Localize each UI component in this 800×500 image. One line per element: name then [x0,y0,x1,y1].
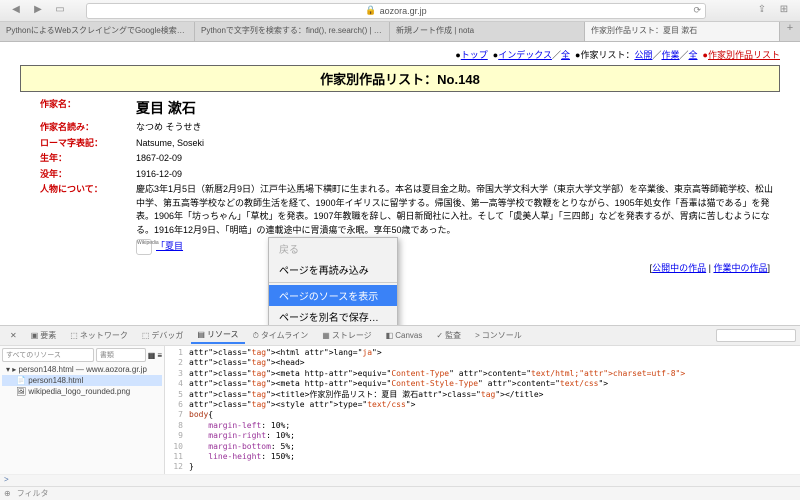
nav-all2[interactable]: 全 [689,50,698,60]
filter-icon[interactable]: ⊕ [4,489,11,498]
author-death: 1916-12-09 [136,168,780,182]
share-button[interactable]: ⇪ [754,4,770,18]
devtab-debugger[interactable]: ⬚ デバッガ [136,328,190,343]
list-icon[interactable]: ≡ [157,351,162,360]
tree-file-png[interactable]: 🖼 wikipedia_logo_rounded.png [2,386,162,397]
devtab-storage[interactable]: ▦ ストレージ [316,328,377,343]
author-info: 作家名： 夏目 漱石 作家名読み： なつめ そうせき ローマ字表記： Natsu… [40,98,780,255]
author-bio: 慶応3年1月5日（新暦2月9日）江戸牛込馬場下横町に生まれる。本名は夏目金之助。… [136,183,780,255]
tab-1[interactable]: Pythonで文字列を検索する：find(), re.search() | UX… [195,22,390,41]
tab-3[interactable]: 作家別作品リスト：夏目 漱石 [585,22,780,41]
birth-label: 生年： [40,152,130,166]
nav-index[interactable]: インデックス [498,50,552,60]
sidebar-button[interactable]: ▭ [52,4,68,18]
source-viewer[interactable]: 1attr">class="tag"><html attr">lang="ja"… [165,346,800,474]
footer-filter-label: フィルタ [17,488,49,499]
ctx-reload[interactable]: ページを再読み込み [269,259,397,280]
devtab-elements[interactable]: ▣ 要素 [25,328,63,343]
back-button[interactable]: ◀ [8,4,24,18]
devtools-tabs: ✕ ▣ 要素 ⬚ ネットワーク ⬚ デバッガ ▤ リソース ⏱ タイムライン ▦… [0,326,800,346]
page-content: ●トップ ●インデックス／全 ●作家リスト：公開／作業／全 ●作家別作品リスト … [0,42,800,325]
wikipedia-icon: Wikipedia [136,239,152,255]
lock-icon: 🔒 [365,5,376,16]
address-bar[interactable]: 🔒 aozora.gr.jp ⟳ [86,3,706,19]
devtools-panel: ✕ ▣ 要素 ⬚ ネットワーク ⬚ デバッガ ▤ リソース ⏱ タイムライン ▦… [0,325,800,500]
top-nav: ●トップ ●インデックス／全 ●作家リスト：公開／作業／全 ●作家別作品リスト [20,48,780,61]
ctx-save-as[interactable]: ページを別名で保存… [269,306,397,325]
ctx-sep1 [269,282,397,283]
nav-all1[interactable]: 全 [561,50,570,60]
published-works-link[interactable]: 公開中の作品 [652,263,706,273]
author-name: 夏目 漱石 [136,98,780,119]
devtab-close[interactable]: ✕ [4,329,23,342]
devtools-crumb[interactable]: > [0,474,800,486]
yomi-label: 作家名読み： [40,121,130,135]
death-label: 没年： [40,168,130,182]
roma-label: ローマ字表記： [40,137,130,151]
devtab-audit[interactable]: ✓ 監査 [430,328,467,343]
devtools-footer: ⊕ フィルタ [0,486,800,500]
browser-toolbar: ◀ ▶ ▭ 🔒 aozora.gr.jp ⟳ ⇪ ⊞ [0,0,800,22]
devtools-sidebar: すべてのリソース 書類 ▦ ≡ ▾ ▸ person148.html — www… [0,346,165,474]
devtab-console[interactable]: > コンソール [469,328,528,343]
nav-public[interactable]: 公開 [634,50,652,60]
tab-0[interactable]: PythonによるWebスクレイピングでGoogle検索の結果から、アフィリ… [0,22,195,41]
url-text: aozora.gr.jp [380,6,427,16]
tree-file-html[interactable]: 📄 person148.html [2,375,162,386]
tab-2[interactable]: 新規ノート作成 | nota [390,22,585,41]
new-tab-button[interactable]: + [780,22,800,41]
inprogress-works-link[interactable]: 作業中の作品 [713,263,767,273]
nav-top[interactable]: トップ [461,50,488,60]
devtab-network[interactable]: ⬚ ネットワーク [64,328,134,343]
grid-icon[interactable]: ▦ [148,351,156,360]
wikipedia-link[interactable]: 「「夏目夏目 [156,240,183,254]
nav-work[interactable]: 作業 [661,50,679,60]
author-birth: 1867-02-09 [136,152,780,166]
author-yomi: なつめ そうせき [136,121,780,135]
ctx-view-source[interactable]: ページのソースを表示 [269,285,397,306]
devtab-timeline[interactable]: ⏱ タイムライン [247,328,315,343]
nav-author-works[interactable]: 作家別作品リスト [708,50,780,60]
tab-strip: PythonによるWebスクレイピングでGoogle検索の結果から、アフィリ… … [0,22,800,42]
reload-icon[interactable]: ⟳ [693,5,701,16]
devtools-search[interactable] [716,329,796,342]
forward-button[interactable]: ▶ [30,4,46,18]
devtab-canvas[interactable]: ◧ Canvas [380,329,429,342]
ctx-back[interactable]: 戻る [269,238,397,259]
context-menu: 戻る ページを再読み込み ページのソースを表示 ページを別名で保存… ページをプ… [268,237,398,325]
about-label: 人物について： [40,183,130,255]
devtab-resources[interactable]: ▤ リソース [191,327,244,344]
resource-filter-docs[interactable]: 書類 [96,348,146,362]
name-label: 作家名： [40,98,130,119]
tabs-button[interactable]: ⊞ [776,4,792,18]
tree-folder[interactable]: ▾ ▸ person148.html — www.aozora.gr.jp [2,364,162,375]
page-title: 作家別作品リスト：No.148 [20,65,780,92]
resource-filter-all[interactable]: すべてのリソース [2,348,94,362]
author-roma: Natsume, Soseki [136,137,780,151]
